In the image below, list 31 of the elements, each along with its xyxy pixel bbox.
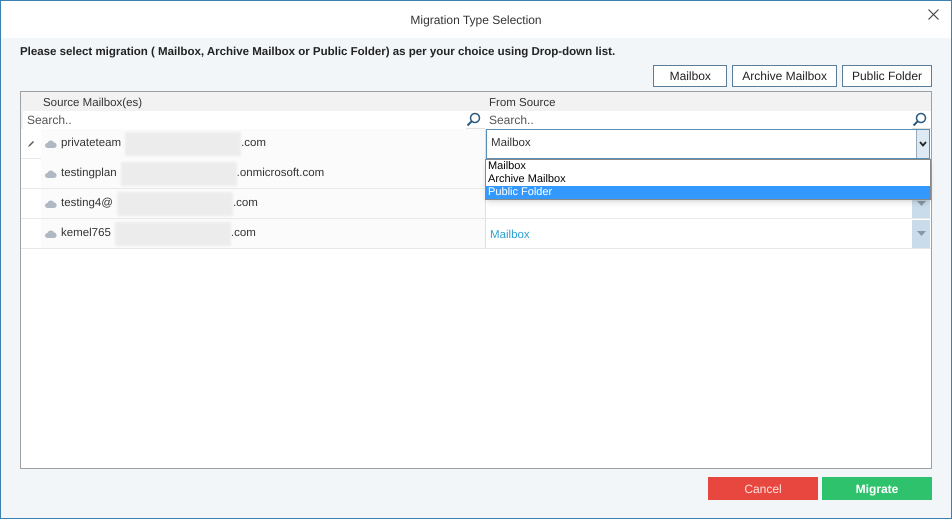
instruction-text: Please select migration ( Mailbox, Archive Mailbox or Public Folder) as per your choice using Drop-down list. xyxy=(20,45,616,60)
close-icon[interactable] xyxy=(928,9,939,20)
email-text: .com xyxy=(241,136,266,152)
email-text: .onmicrosoft.com xyxy=(236,166,324,181)
chevron-down-icon xyxy=(919,141,927,147)
window-title: Migration Type Selection xyxy=(409,12,543,28)
migration-type-button[interactable]: Public Folder xyxy=(842,65,932,87)
email-text: kemel765 xyxy=(61,226,111,241)
column-header: From Source xyxy=(488,96,556,111)
triangle-down-icon xyxy=(916,201,926,206)
cloud-icon xyxy=(45,140,57,148)
triangle-down-icon xyxy=(916,231,926,236)
search-icon xyxy=(912,112,927,127)
pencil-icon xyxy=(27,140,35,148)
email-text: privateteam xyxy=(61,136,122,152)
dropdown-option[interactable]: Archive Mailbox xyxy=(486,173,930,186)
search-icon xyxy=(466,112,481,127)
cloud-icon xyxy=(45,200,57,208)
dropdown-arrow-button[interactable] xyxy=(912,220,930,248)
email-text: .com xyxy=(232,196,258,211)
migration-type-button[interactable]: Archive Mailbox xyxy=(732,65,837,87)
dropdown-option[interactable]: Mailbox xyxy=(486,160,930,173)
migration-type-button[interactable]: Mailbox xyxy=(653,65,728,87)
cloud-icon xyxy=(45,170,57,178)
from-source-value: Mailbox xyxy=(490,228,530,240)
column-header: Source Mailbox(es) xyxy=(42,96,144,111)
cloud-icon xyxy=(45,230,57,238)
email-text: testing4@ xyxy=(61,196,113,211)
email-text: testingplan xyxy=(61,166,117,181)
migration-type-combobox[interactable]: Mailbox xyxy=(486,129,930,159)
email-text: .com xyxy=(230,226,256,241)
